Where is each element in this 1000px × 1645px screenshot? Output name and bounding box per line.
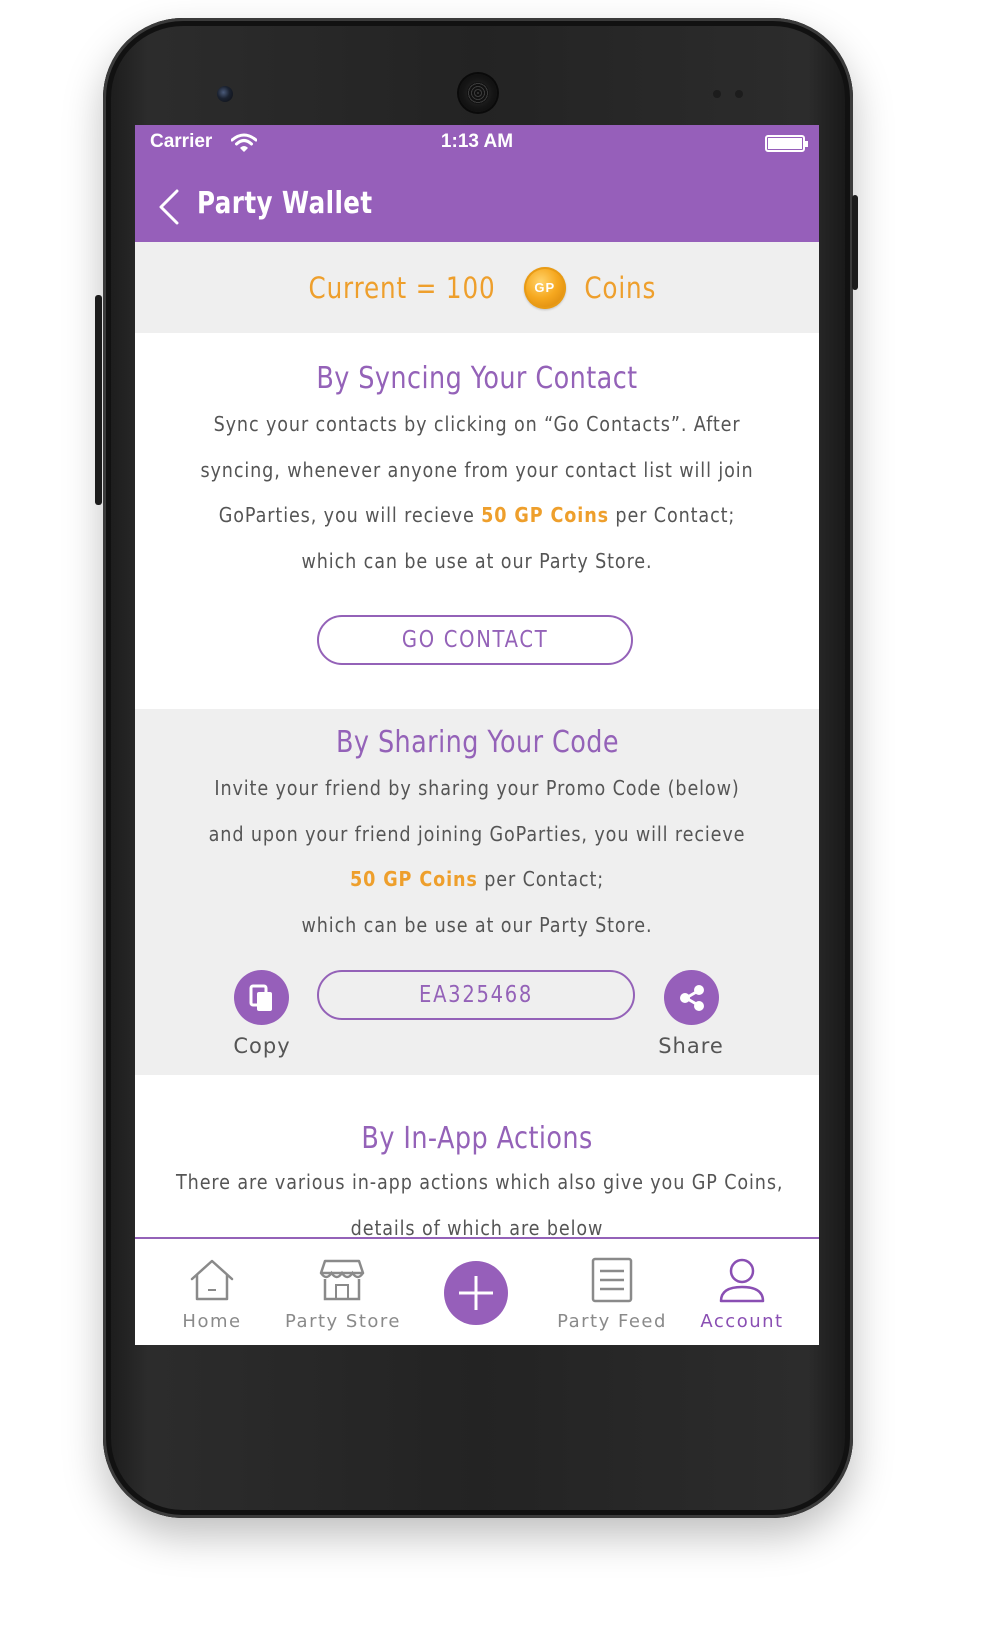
store-icon xyxy=(319,1259,365,1301)
plus-icon xyxy=(459,1276,493,1310)
copy-label: Copy xyxy=(233,1034,291,1058)
go-contact-button[interactable]: GO CONTACT xyxy=(317,615,633,665)
section-description: Invite your friend by sharing your Promo… xyxy=(135,766,819,948)
proximity-sensor xyxy=(713,90,721,98)
section-heading: By In-App Actions xyxy=(361,1121,593,1156)
promo-code-field[interactable]: EA325468 xyxy=(317,970,635,1020)
section-description: Sync your contacts by clicking on “Go Co… xyxy=(135,402,819,584)
user-icon xyxy=(719,1258,765,1303)
copy-icon xyxy=(249,984,272,1011)
tab-label: Account xyxy=(700,1311,784,1332)
feed-icon xyxy=(591,1257,633,1303)
share-button[interactable] xyxy=(664,970,719,1025)
add-button[interactable] xyxy=(444,1261,508,1325)
description-line: 50 GP Coins per Contact; xyxy=(349,867,605,891)
back-chevron-icon[interactable] xyxy=(157,189,181,225)
copy-button[interactable] xyxy=(234,970,289,1025)
description-line: Invite your friend by sharing your Promo… xyxy=(214,776,740,800)
app-screen: Carrier 1:13 AM Party Wallet Current = 1… xyxy=(135,125,819,1345)
bottom-tab-bar: Home Party Store Party Feed Account xyxy=(135,1237,819,1345)
page-title: Party Wallet xyxy=(197,186,373,221)
tab-account[interactable]: Account xyxy=(687,1239,797,1345)
volume-button xyxy=(95,295,102,505)
tab-label: Party Feed xyxy=(557,1311,667,1332)
tab-label: Party Store xyxy=(285,1311,401,1332)
battery-icon xyxy=(765,135,808,152)
reward-highlight: 50 GP Coins xyxy=(349,867,478,891)
balance-unit: Coins xyxy=(584,270,656,305)
light-sensor xyxy=(735,90,743,98)
description-line: There are various in-app actions which a… xyxy=(176,1170,784,1194)
tab-party-store[interactable]: Party Store xyxy=(285,1239,399,1345)
share-icon xyxy=(679,984,704,1011)
reward-highlight: 50 GP Coins xyxy=(481,503,609,527)
sync-contacts-section: By Syncing Your Contact Sync your contac… xyxy=(135,333,819,709)
front-camera xyxy=(217,86,233,102)
balance-label: Current = 100 xyxy=(308,270,496,305)
home-icon xyxy=(190,1259,234,1301)
gp-coin-icon: GP xyxy=(523,266,566,309)
status-bar: Carrier 1:13 AM xyxy=(135,125,819,161)
tab-label: Home xyxy=(182,1311,242,1332)
description-line: syncing, whenever anyone from your conta… xyxy=(200,457,754,482)
description-line: which can be use at our Party Store. xyxy=(301,912,653,937)
share-code-section: By Sharing Your Code Invite your friend … xyxy=(135,709,819,1075)
share-label: Share xyxy=(658,1034,724,1058)
in-app-actions-section: By In-App Actions There are various in-a… xyxy=(135,1075,819,1240)
tab-party-feed[interactable]: Party Feed xyxy=(555,1239,669,1345)
description-line: and upon your friend joining GoParties, … xyxy=(208,821,746,846)
section-heading: By Syncing Your Contact xyxy=(316,361,638,396)
power-button xyxy=(852,195,858,290)
section-heading: By Sharing Your Code xyxy=(335,725,619,760)
coin-balance-bar: Current = 100 GP Coins xyxy=(135,242,819,333)
clock: 1:13 AM xyxy=(440,131,514,152)
navigation-bar: Party Wallet xyxy=(135,161,819,242)
tab-home[interactable]: Home xyxy=(157,1239,267,1345)
earpiece-speaker xyxy=(459,74,497,112)
description-line: Sync your contacts by clicking on “Go Co… xyxy=(213,412,741,436)
description-line: GoParties, you will recieve 50 GP Coins … xyxy=(218,503,736,527)
description-line: which can be use at our Party Store. xyxy=(301,548,653,573)
